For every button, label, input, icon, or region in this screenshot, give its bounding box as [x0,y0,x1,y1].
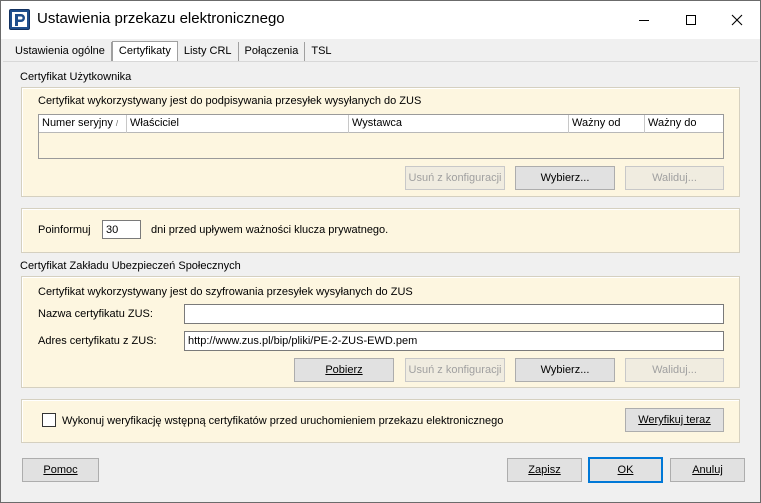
button-label: Pobierz [325,364,363,376]
zus-cert-name-label: Nazwa certyfikatu ZUS: [38,308,153,320]
tab-label: TSL [311,45,332,57]
column-serial-number[interactable]: Numer seryjny / [39,115,127,133]
zus-cert-address-input[interactable]: http://www.zus.pl/bip/pliki/PE-2-ZUS-EWD… [184,331,724,351]
help-button[interactable]: Pomoc [22,458,99,482]
notify-days-input[interactable]: 30 [102,220,141,239]
window-title: Ustawienia przekazu elektronicznego [37,10,285,27]
button-label: Anuluj [692,464,723,476]
button-label: Pomoc [43,464,78,476]
notify-prefix-label: Poinformuj [38,224,91,236]
zus-cert-section-label: Certyfikat Zakładu Ubezpieczeń Społeczny… [20,260,241,272]
save-button[interactable]: Zapisz [507,458,582,482]
zus-cert-description: Certyfikat wykorzystywany jest do szyfro… [38,286,413,298]
zus-cert-name-input[interactable] [184,304,724,324]
title-bar[interactable]: Ustawienia przekazu elektronicznego [1,1,760,39]
maximize-button[interactable] [668,1,714,39]
cancel-button[interactable]: Anuluj [670,458,745,482]
minimize-icon [639,20,649,21]
minimize-button[interactable] [621,1,667,39]
column-valid-to[interactable]: Ważny do [645,115,723,133]
verify-now-button[interactable]: Weryfikuj teraz [625,408,724,432]
zus-cert-address-label: Adres certyfikatu z ZUS: [38,335,157,347]
preverify-checkbox[interactable] [42,413,56,427]
button-label: Weryfikuj teraz [638,414,711,426]
column-label: Ważny do [648,117,697,129]
close-button[interactable] [714,1,760,39]
sort-indicator-icon: / [115,119,119,128]
user-cert-description: Certyfikat wykorzystywany jest do podpis… [38,95,422,107]
tab-label: Listy CRL [183,45,232,57]
ok-button[interactable]: OK [588,457,663,483]
tab-bar: Ustawienia ogólne Certyfikaty Listy CRL … [9,41,338,62]
column-label: Ważny od [572,117,621,129]
column-label: Numer seryjny [42,117,113,129]
tab-crl-lists[interactable]: Listy CRL [178,42,239,62]
close-icon [731,14,743,26]
validate-zus-cert-button[interactable]: Waliduj... [625,358,724,382]
column-label: Właściciel [130,117,179,129]
button-label: OK [617,464,634,476]
tab-tsl[interactable]: TSL [305,42,337,62]
column-owner[interactable]: Właściciel [127,115,349,133]
column-issuer[interactable]: Wystawca [349,115,569,133]
tab-certificates[interactable]: Certyfikaty [111,41,178,62]
choose-zus-cert-button[interactable]: Wybierz... [515,358,615,382]
validate-user-cert-button[interactable]: Waliduj... [625,166,724,190]
tab-connections[interactable]: Połączenia [239,42,306,62]
tab-label: Certyfikaty [118,45,171,57]
maximize-icon [686,15,696,25]
button-label: Zapisz [528,464,561,476]
tab-general[interactable]: Ustawienia ogólne [9,42,112,62]
tab-label: Połączenia [244,45,299,57]
notify-suffix-label: dni przed upływem ważności klucza prywat… [151,224,389,236]
tab-divider [3,61,758,62]
remove-zus-cert-button[interactable]: Usuń z konfiguracji [405,358,505,382]
preverify-checkbox-label[interactable]: Wykonuj weryfikację wstępną certyfikatów… [62,415,503,427]
choose-user-cert-button[interactable]: Wybierz... [515,166,615,190]
user-cert-section-label: Certyfikat Użytkownika [20,71,132,83]
remove-user-cert-button[interactable]: Usuń z konfiguracji [405,166,505,190]
tab-label: Ustawienia ogólne [15,45,105,57]
column-label: Wystawca [352,117,403,129]
app-logo-icon [9,9,30,30]
column-valid-from[interactable]: Ważny od [569,115,645,133]
dialog-window: Ustawienia przekazu elektronicznego Usta… [0,0,761,503]
certificate-table[interactable]: Numer seryjny / Właściciel Wystawca Ważny… [38,114,724,159]
download-zus-cert-button[interactable]: Pobierz [294,358,394,382]
table-header: Numer seryjny / Właściciel Wystawca Ważny… [39,115,723,133]
